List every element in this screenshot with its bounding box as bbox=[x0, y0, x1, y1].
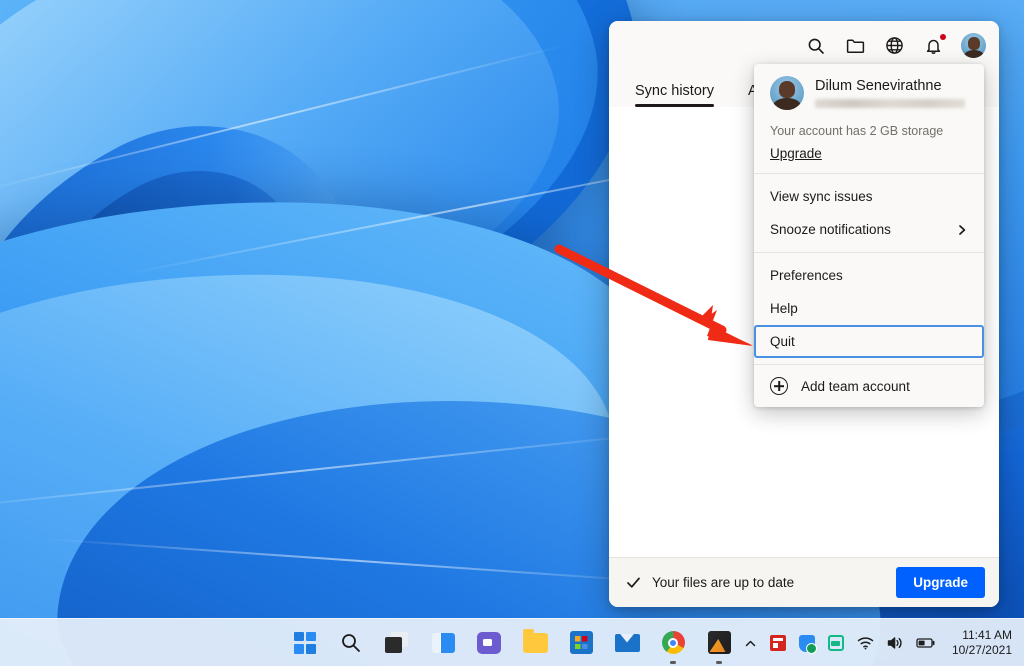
wallpaper-petal bbox=[0, 227, 645, 666]
widgets-button[interactable] bbox=[430, 630, 456, 656]
teams-chat-button[interactable] bbox=[476, 630, 502, 656]
menu-item-snooze-notifications[interactable]: Snooze notifications bbox=[754, 213, 984, 246]
system-tray: 11:41 AM 10/27/2021 bbox=[744, 619, 1024, 666]
upgrade-button[interactable]: Upgrade bbox=[896, 567, 985, 598]
show-hidden-icons-chevron[interactable] bbox=[744, 637, 757, 650]
windows-logo-icon bbox=[294, 632, 316, 654]
menu-item-quit[interactable]: Quit bbox=[754, 325, 984, 358]
wallpaper-highlight bbox=[0, 43, 571, 195]
photo-editor-button[interactable] bbox=[706, 630, 732, 656]
wallpaper-petal bbox=[0, 142, 713, 666]
account-email-redacted bbox=[815, 99, 965, 108]
microsoft-store-button[interactable] bbox=[568, 630, 594, 656]
windows-security-icon[interactable] bbox=[799, 635, 815, 652]
menu-item-help[interactable]: Help bbox=[754, 292, 984, 325]
chrome-icon bbox=[662, 631, 685, 654]
menu-upgrade-link-label: Upgrade bbox=[770, 146, 822, 161]
store-icon bbox=[570, 631, 593, 654]
battery-icon[interactable] bbox=[916, 637, 936, 649]
chevron-right-icon bbox=[956, 224, 968, 236]
menu-group-app: Preferences Help Quit bbox=[754, 253, 984, 364]
mail-button[interactable] bbox=[614, 630, 640, 656]
folder-icon bbox=[523, 633, 548, 653]
wallpaper-highlight bbox=[41, 538, 680, 585]
sync-status-text: Your files are up to date bbox=[652, 575, 794, 590]
search-button[interactable] bbox=[338, 630, 364, 656]
volume-icon[interactable] bbox=[887, 636, 903, 650]
menu-item-label: Snooze notifications bbox=[770, 222, 891, 237]
menu-item-label: View sync issues bbox=[770, 189, 873, 204]
account-header[interactable]: Dilum Senevirathne bbox=[754, 64, 984, 114]
menu-item-label: Help bbox=[770, 301, 798, 316]
menu-item-label: Preferences bbox=[770, 268, 843, 283]
wallpaper-petal bbox=[0, 0, 700, 503]
task-view-icon bbox=[385, 632, 409, 654]
notification-badge bbox=[940, 34, 946, 40]
wallpaper-highlight bbox=[0, 430, 678, 511]
plus-circle-icon bbox=[770, 377, 788, 395]
sync-status: Your files are up to date bbox=[626, 575, 794, 590]
tab-sync-history[interactable]: Sync history bbox=[635, 83, 714, 107]
menu-item-label: Add team account bbox=[801, 379, 910, 394]
menu-group-sync: View sync issues Snooze notifications bbox=[754, 174, 984, 252]
tab-label: Sync history bbox=[635, 83, 714, 99]
start-button[interactable] bbox=[292, 630, 318, 656]
bell-icon[interactable] bbox=[922, 35, 944, 57]
green-app-tray-icon[interactable] bbox=[828, 635, 844, 651]
account-name: Dilum Senevirathne bbox=[815, 78, 965, 94]
red-app-tray-icon[interactable] bbox=[770, 635, 786, 651]
menu-upgrade-link[interactable]: Upgrade bbox=[754, 140, 984, 173]
wallpaper-petal bbox=[0, 129, 342, 461]
account-avatar[interactable] bbox=[961, 33, 986, 58]
account-avatar-large bbox=[770, 76, 804, 110]
window-footer: Your files are up to date Upgrade bbox=[609, 557, 999, 607]
photo-editor-icon bbox=[708, 631, 731, 654]
search-icon bbox=[340, 632, 362, 654]
widgets-icon bbox=[432, 633, 455, 653]
desktop: Sync history Activity Here you you've bbox=[0, 0, 1024, 666]
task-view-button[interactable] bbox=[384, 630, 410, 656]
check-icon bbox=[626, 575, 641, 590]
running-indicator bbox=[716, 661, 722, 664]
clock-date: 10/27/2021 bbox=[952, 643, 1012, 658]
taskbar: 11:41 AM 10/27/2021 bbox=[0, 618, 1024, 666]
window-toolbar bbox=[805, 33, 986, 58]
folder-icon[interactable] bbox=[844, 35, 866, 57]
running-indicator bbox=[670, 661, 676, 664]
menu-item-add-team-account[interactable]: Add team account bbox=[754, 365, 984, 407]
search-icon[interactable] bbox=[805, 35, 827, 57]
taskbar-apps bbox=[292, 630, 732, 656]
wallpaper-petal bbox=[0, 0, 594, 406]
wifi-icon[interactable] bbox=[857, 636, 874, 650]
wallpaper-petal bbox=[0, 69, 406, 531]
chrome-button[interactable] bbox=[660, 630, 686, 656]
chat-icon bbox=[477, 632, 501, 654]
account-storage-text: Your account has 2 GB storage bbox=[754, 114, 984, 140]
account-dropdown-menu: Dilum Senevirathne Your account has 2 GB… bbox=[754, 64, 984, 407]
taskbar-clock[interactable]: 11:41 AM 10/27/2021 bbox=[952, 628, 1012, 658]
mail-icon bbox=[615, 634, 640, 652]
menu-item-label: Quit bbox=[770, 334, 795, 349]
menu-item-view-sync-issues[interactable]: View sync issues bbox=[754, 180, 984, 213]
clock-time: 11:41 AM bbox=[952, 628, 1012, 643]
menu-item-preferences[interactable]: Preferences bbox=[754, 259, 984, 292]
globe-icon[interactable] bbox=[883, 35, 905, 57]
file-explorer-button[interactable] bbox=[522, 630, 548, 656]
wallpaper-petal bbox=[0, 0, 645, 437]
